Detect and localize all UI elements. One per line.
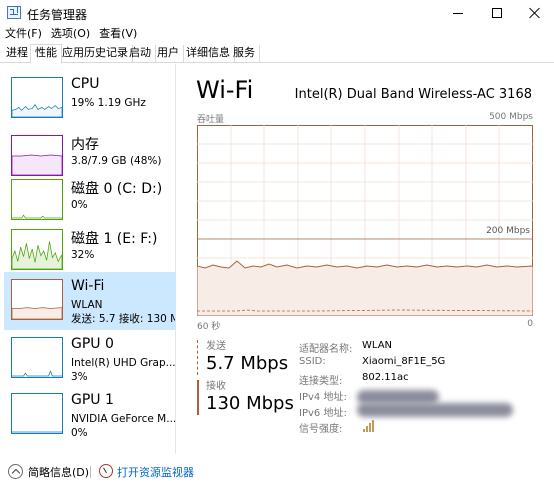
send-label: 发送 [206, 341, 226, 352]
cpu-thumbnail-graph [11, 77, 63, 118]
sidebar-item-detail: NVIDIA GeForce M... [71, 413, 175, 425]
graph-zero-label: 0 [527, 319, 533, 329]
footer: 简略信息(D) 打开资源监视器 [0, 455, 554, 493]
open-resource-monitor-link[interactable]: 打开资源监视器 [117, 464, 194, 480]
close-button[interactable] [512, 0, 554, 26]
sidebar-item-name: 磁盘 1 (E: F:) [71, 231, 158, 247]
send-value: 5.7 Mbps [206, 353, 289, 374]
gpu-0-thumbnail-graph [11, 337, 63, 378]
disk-1-thumbnail-graph [11, 229, 63, 270]
tab-services[interactable]: 服务 [229, 45, 260, 63]
graph-mid-label: 200 Mbps [486, 226, 530, 236]
sidebar-item-detail-2: 0% [71, 427, 88, 439]
property-label: IPv6 地址: [299, 408, 347, 419]
property-label: SSID: [299, 356, 326, 367]
sidebar-item-detail: 19% 1.19 GHz [71, 97, 146, 109]
sidebar-item-detail-2: 3% [71, 371, 88, 383]
tab-details[interactable]: 详细信息 [182, 45, 235, 63]
sidebar-item-name: GPU 0 [71, 336, 114, 352]
page-title: Wi-Fi [196, 76, 254, 104]
tab-processes[interactable]: 进程 [2, 45, 33, 63]
sidebar-item-name: CPU [71, 76, 100, 92]
signal-strength-icon [363, 420, 375, 432]
sidebar-item-gpu-0[interactable]: GPU 0 Intel(R) UHD Grap... 3% [4, 330, 176, 388]
disk-0-thumbnail-graph [11, 179, 63, 220]
gpu-1-thumbnail-graph [11, 393, 63, 434]
sidebar-item-wifi[interactable]: Wi-Fi WLAN 发送: 5.7 接收: 130 Mb [4, 272, 176, 330]
tab-users[interactable]: 用户 [153, 45, 184, 63]
property-label: 适配器名称: [299, 344, 353, 355]
receive-value: 130 Mbps [206, 393, 294, 414]
resource-sidebar: CPU 19% 1.19 GHz 内存 3.8/7.9 GB (48%) 磁盘 … [0, 64, 176, 454]
sidebar-item-gpu-1[interactable]: GPU 1 NVIDIA GeForce M... 0% [4, 386, 176, 444]
sidebar-item-name: GPU 1 [71, 392, 114, 408]
graph-time-label: 60 秒 [197, 322, 221, 332]
close-icon [529, 7, 541, 19]
ipv6-redacted [357, 403, 513, 417]
footer-divider [90, 466, 91, 478]
tab-bar: 进程 性能 应用历史记录 启动 用户 详细信息 服务 [0, 44, 554, 64]
throughput-label: 吞吐量 [197, 115, 225, 125]
adapter-name: Intel(R) Dual Band Wireless-AC 3168 [294, 87, 532, 102]
property-value: WLAN [362, 340, 393, 351]
resource-monitor-icon[interactable] [99, 464, 113, 478]
sidebar-item-cpu[interactable]: CPU 19% 1.19 GHz [4, 70, 176, 128]
minimize-icon [452, 12, 463, 14]
task-manager-icon [7, 6, 21, 19]
property-value: 802.11ac [362, 372, 409, 383]
maximize-icon [491, 8, 502, 18]
title-bar: 任务管理器 [0, 0, 554, 26]
property-value: Xiaomi_8F1E_5G [362, 356, 446, 367]
tab-startup[interactable]: 启动 [125, 45, 156, 63]
window-title: 任务管理器 [27, 8, 88, 22]
memory-thumbnail-graph [11, 135, 63, 176]
menu-bar: 文件(F) 选项(O) 查看(V) [0, 26, 141, 44]
property-label: IPv4 地址: [299, 392, 347, 403]
wifi-thumbnail-graph [11, 279, 63, 320]
ipv4-redacted [357, 390, 439, 404]
graph-max-label: 500 Mbps [489, 112, 533, 122]
property-label: 信号强度: [299, 424, 343, 435]
sidebar-item-detail: Intel(R) UHD Grap... [71, 357, 175, 369]
sidebar-item-detail-2: 发送: 5.7 接收: 130 Mb [71, 313, 175, 325]
sidebar-item-name: 磁盘 0 (C: D:) [71, 181, 163, 197]
sidebar-item-name: Wi-Fi [71, 278, 105, 294]
tab-app-history[interactable]: 应用历史记录 [58, 45, 133, 63]
send-stat: 发送 5.7 Mbps [197, 340, 288, 375]
sidebar-item-detail: 32% [71, 249, 95, 261]
throughput-graph: 200 Mbps [197, 125, 533, 316]
menu-file[interactable]: 文件(F) [0, 26, 46, 44]
sidebar-item-detail: WLAN [71, 299, 103, 311]
chevron-up-icon[interactable] [8, 464, 23, 479]
menu-options[interactable]: 选项(O) [46, 26, 94, 44]
receive-stat: 接收 130 Mbps [197, 380, 294, 415]
sidebar-item-detail: 3.8/7.9 GB (48%) [71, 155, 162, 167]
menu-view[interactable]: 查看(V) [94, 26, 141, 44]
receive-label: 接收 [206, 381, 226, 392]
property-label: 连接类型: [299, 376, 343, 387]
sidebar-item-name: 内存 [71, 137, 99, 153]
sidebar-item-detail: 0% [71, 199, 88, 211]
fewer-details-button[interactable]: 简略信息(D) [28, 464, 89, 480]
